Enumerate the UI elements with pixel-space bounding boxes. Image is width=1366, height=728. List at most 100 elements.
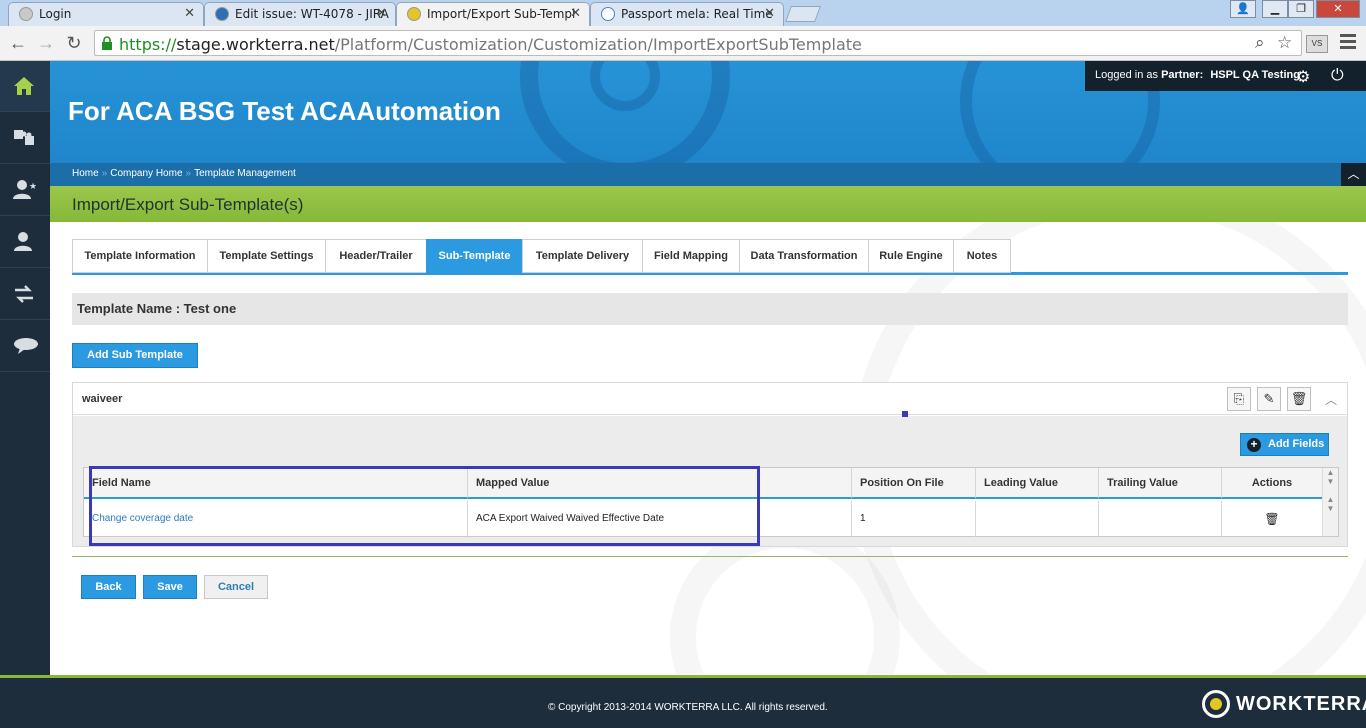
partner-name: HSPL QA Testing bbox=[1210, 69, 1300, 81]
bookmark-star-icon[interactable]: ☆ bbox=[1277, 33, 1292, 53]
user-icon bbox=[14, 232, 32, 251]
divider bbox=[72, 556, 1348, 557]
logo-icon bbox=[1202, 690, 1230, 718]
tab-template-delivery[interactable]: Template Delivery bbox=[522, 239, 643, 273]
tab-sub-template[interactable]: Sub-Template bbox=[426, 239, 523, 273]
tab-template-settings[interactable]: Template Settings bbox=[207, 239, 326, 273]
browser-tab-label: Login bbox=[39, 7, 72, 21]
tab-field-mapping[interactable]: Field Mapping bbox=[642, 239, 740, 273]
tab-rule-engine[interactable]: Rule Engine bbox=[868, 239, 954, 273]
tab-notes[interactable]: Notes bbox=[953, 239, 1011, 273]
maximize-icon[interactable]: ❐ bbox=[1288, 0, 1314, 18]
cancel-button[interactable]: Cancel bbox=[204, 575, 268, 599]
breadcrumb-company-home[interactable]: Company Home bbox=[110, 168, 182, 179]
sidebar-item-user-admin[interactable]: ★ bbox=[0, 165, 50, 216]
footer: © Copyright 2013-2014 WORKTERRA LLC. All… bbox=[0, 675, 1366, 728]
browser-tab-label: Edit issue: WT-4078 - JIRA bbox=[235, 7, 389, 21]
row-delete-icon[interactable]: 🗑 bbox=[1222, 501, 1323, 537]
new-tab-button[interactable] bbox=[785, 6, 821, 22]
url-text: https://stage.workterra.net/Platform/Cus… bbox=[119, 35, 862, 54]
save-button[interactable]: Save bbox=[143, 575, 197, 599]
close-tab-icon[interactable]: ✕ bbox=[570, 3, 581, 25]
logged-in-prefix: Logged in as bbox=[1095, 69, 1158, 81]
add-sub-template-button[interactable]: Add Sub Template bbox=[72, 343, 198, 368]
sidebar-item-transfer[interactable] bbox=[0, 269, 50, 320]
sub-template-name: waiveer bbox=[82, 393, 123, 405]
sidebar-item-customization[interactable] bbox=[0, 113, 50, 164]
chevron-up-icon[interactable]: ︿ bbox=[1325, 391, 1337, 408]
zoom-search-icon[interactable]: ⌕ bbox=[1255, 33, 1265, 53]
sidebar-item-home[interactable] bbox=[0, 61, 50, 112]
forward-arrow-icon[interactable]: → bbox=[34, 32, 58, 54]
column-header-position[interactable]: Position On File bbox=[852, 468, 976, 499]
close-tab-icon[interactable]: ✕ bbox=[764, 3, 775, 25]
page-favicon-icon bbox=[19, 7, 33, 21]
workterra-favicon-icon bbox=[407, 7, 421, 21]
extension-icon[interactable]: VS bbox=[1306, 35, 1328, 53]
cell-mapped-value: ACA Export Waived Waived Effective Date bbox=[468, 501, 852, 537]
cell-field-name[interactable]: Change coverage date bbox=[84, 501, 468, 537]
tab-data-transformation[interactable]: Data Transformation bbox=[739, 239, 869, 273]
page-title: Import/Export Sub-Template(s) bbox=[72, 195, 304, 214]
sub-template-body: + Add Fields Field Name Mapped Value Pos… bbox=[73, 416, 1347, 546]
user-profile-icon[interactable]: 👤 bbox=[1230, 0, 1256, 18]
close-tab-icon[interactable]: ✕ bbox=[376, 3, 387, 25]
template-tabs: Template Information Template Settings H… bbox=[72, 239, 1348, 275]
column-header-actions: Actions bbox=[1222, 468, 1323, 499]
breadcrumb-template-management[interactable]: Template Management bbox=[194, 168, 296, 179]
add-fields-button[interactable]: + Add Fields bbox=[1240, 433, 1329, 456]
cell-position[interactable]: 1 bbox=[852, 501, 976, 537]
lock-icon bbox=[102, 36, 112, 50]
tab-template-information[interactable]: Template Information bbox=[72, 239, 208, 273]
company-header: For ACA BSG Test ACAAutomation Logged in… bbox=[50, 61, 1366, 163]
cell-leading-value[interactable] bbox=[976, 501, 1099, 537]
cell-trailing-value[interactable] bbox=[1099, 501, 1222, 537]
breadcrumb-home[interactable]: Home bbox=[72, 168, 99, 179]
gear-icon[interactable]: ⚙ bbox=[1296, 67, 1310, 87]
sidebar: ★ bbox=[0, 61, 50, 675]
svg-text:★: ★ bbox=[29, 181, 36, 191]
partner-label: Partner: bbox=[1161, 69, 1204, 81]
browser-menu-icon[interactable] bbox=[1340, 34, 1356, 52]
jira-favicon-icon bbox=[215, 7, 229, 21]
sub-template-panel: waiveer ⎘ ✎ 🗑 ︿ + Add Fields Field Name … bbox=[72, 382, 1348, 547]
page-title-bar: Import/Export Sub-Template(s) bbox=[50, 186, 1366, 222]
close-window-icon[interactable]: ✕ bbox=[1316, 0, 1360, 18]
column-header-leading-value[interactable]: Leading Value bbox=[976, 468, 1099, 499]
close-tab-icon[interactable]: ✕ bbox=[184, 3, 195, 25]
transfer-arrows-icon bbox=[15, 285, 33, 303]
tab-header-trailer[interactable]: Header/Trailer bbox=[325, 239, 427, 273]
logo-text: WORKTERRA bbox=[1236, 693, 1366, 715]
url-input[interactable]: https://stage.workterra.net/Platform/Cus… bbox=[94, 30, 1302, 56]
address-bar: ← → ↻ https://stage.workterra.net/Platfo… bbox=[0, 26, 1366, 61]
minimize-icon[interactable]: ▁ bbox=[1262, 0, 1288, 18]
chat-bubble-icon bbox=[14, 338, 38, 354]
collapse-header-icon[interactable]: ︿ bbox=[1341, 163, 1366, 186]
browser-tab-bar: Login ✕ Edit issue: WT-4078 - JIRA ✕ Imp… bbox=[0, 0, 1366, 26]
sub-template-header: waiveer ⎘ ✎ 🗑 ︿ bbox=[73, 383, 1347, 415]
column-header-field-name[interactable]: Field Name bbox=[84, 468, 468, 499]
browser-tab-login[interactable]: Login ✕ bbox=[8, 2, 204, 26]
browser-tab-label: Import/Export Sub-Templ bbox=[427, 7, 576, 21]
login-info-bar: Logged in as Partner: HSPL QA Testing ⚙ … bbox=[1085, 61, 1366, 91]
column-header-trailing-value[interactable]: Trailing Value bbox=[1099, 468, 1222, 499]
puzzle-icon bbox=[14, 130, 34, 145]
column-header-mapped-value[interactable]: Mapped Value bbox=[468, 468, 852, 499]
reload-icon[interactable]: ↻ bbox=[62, 32, 86, 54]
back-arrow-icon[interactable]: ← bbox=[6, 32, 30, 54]
power-icon[interactable]: ⏻ bbox=[1331, 67, 1344, 85]
breadcrumb: Home» Company Home» Template Management ︿ bbox=[50, 163, 1366, 186]
back-button[interactable]: Back bbox=[81, 575, 136, 599]
copy-export-icon[interactable]: ⎘ bbox=[1227, 387, 1251, 411]
browser-tab-jira[interactable]: Edit issue: WT-4078 - JIRA ✕ bbox=[204, 2, 396, 26]
browser-tab-import-export[interactable]: Import/Export Sub-Templ ✕ bbox=[396, 2, 590, 26]
edit-pencil-icon[interactable]: ✎ bbox=[1257, 387, 1281, 411]
sidebar-item-users[interactable] bbox=[0, 217, 50, 268]
table-scrollbar[interactable]: ▲ ▼ ▲ ▼ bbox=[1322, 468, 1338, 536]
main-content: Template Information Template Settings H… bbox=[50, 222, 1366, 674]
home-icon bbox=[14, 77, 34, 95]
template-name: Template Name : Test one bbox=[72, 293, 1348, 325]
browser-tab-passport[interactable]: Passport mela: Real Time ✕ bbox=[590, 2, 784, 26]
sidebar-item-messages[interactable] bbox=[0, 321, 50, 372]
delete-trash-icon[interactable]: 🗑 bbox=[1287, 387, 1311, 411]
